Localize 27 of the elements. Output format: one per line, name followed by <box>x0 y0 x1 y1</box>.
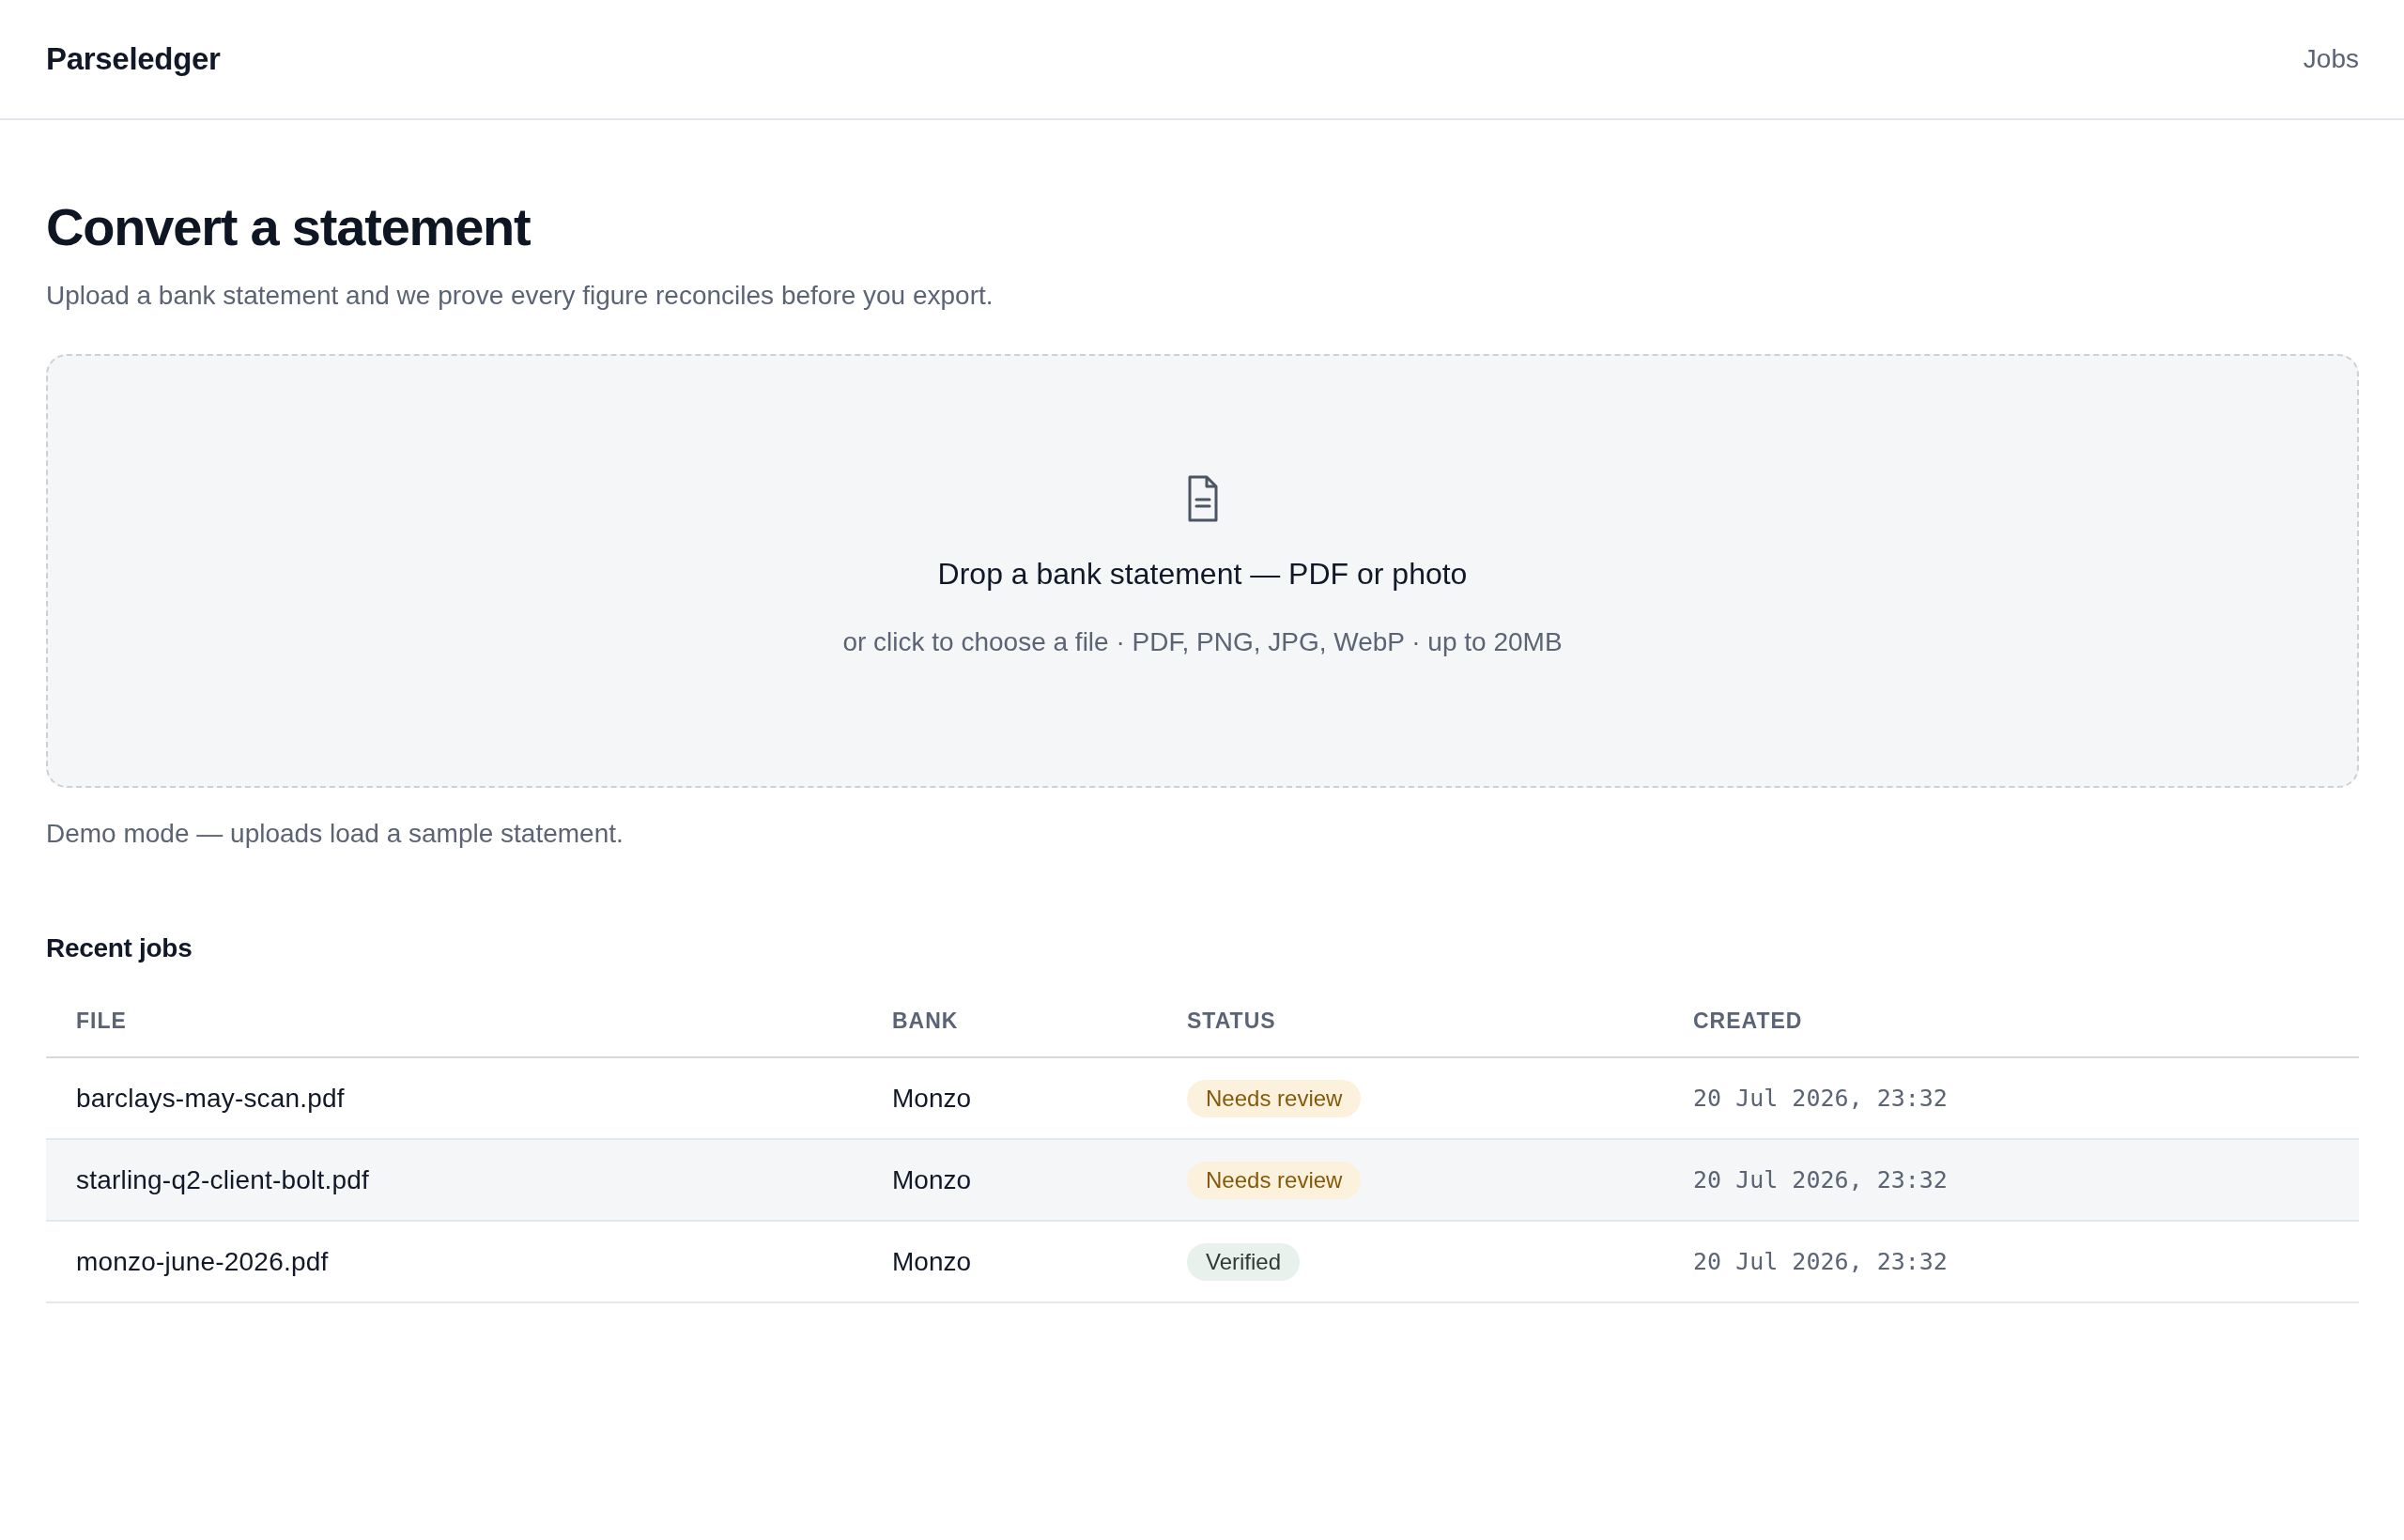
app-logo[interactable]: Parseledger <box>46 41 221 77</box>
page-subtitle: Upload a bank statement and we prove every figure reconciles before you export. <box>46 280 994 312</box>
status-badge: Needs review <box>1187 1079 1362 1117</box>
column-header: BANK <box>891 1009 959 1034</box>
table-cell-text: starling-q2-client-bolt.pdf <box>75 1164 369 1195</box>
page-title: Convert a statement <box>46 196 532 258</box>
table-cell-text: Monzo <box>891 1246 972 1277</box>
table-cell-text: 20 Jul 2026, 23:32 <box>1692 1085 1948 1112</box>
demo-note: Demo mode — uploads load a sample statement. <box>46 818 624 850</box>
document-icon <box>1187 474 1218 522</box>
table-row[interactable]: starling-q2-client-bolt.pdf Monzo Needs review 20 Jul 2026, 23:32 <box>46 1140 2359 1222</box>
table-cell-text: barclays-may-scan.pdf <box>75 1083 345 1114</box>
table-cell-text: monzo-june-2026.pdf <box>75 1246 329 1277</box>
column-header: CREATED <box>1692 1009 1803 1034</box>
table-cell-text: 20 Jul 2026, 23:32 <box>1692 1166 1948 1194</box>
status-badge: Verified <box>1187 1242 1301 1281</box>
table-cell-text: 20 Jul 2026, 23:32 <box>1692 1248 1948 1275</box>
drop-zone-title: Drop a bank statement — PDF or photo <box>937 555 1468 593</box>
section-title: Recent jobs <box>46 932 193 964</box>
drop-zone-hint: or click to choose a file · PDF, PNG, JPG, WebP · up to 20MB <box>842 625 1563 658</box>
table-cell-text: Monzo <box>891 1083 972 1114</box>
table-cell-text: Monzo <box>891 1164 972 1195</box>
status-badge: Needs review <box>1187 1161 1362 1199</box>
nav-link[interactable]: Jobs <box>2303 44 2359 74</box>
column-header: STATUS <box>1186 1009 1276 1034</box>
column-header: FILE <box>75 1009 127 1034</box>
file-drop-zone[interactable]: Drop a bank statement — PDF or photo or click to choose a file · PDF, PNG, JPG, WebP · up to 20MB <box>46 354 2359 788</box>
